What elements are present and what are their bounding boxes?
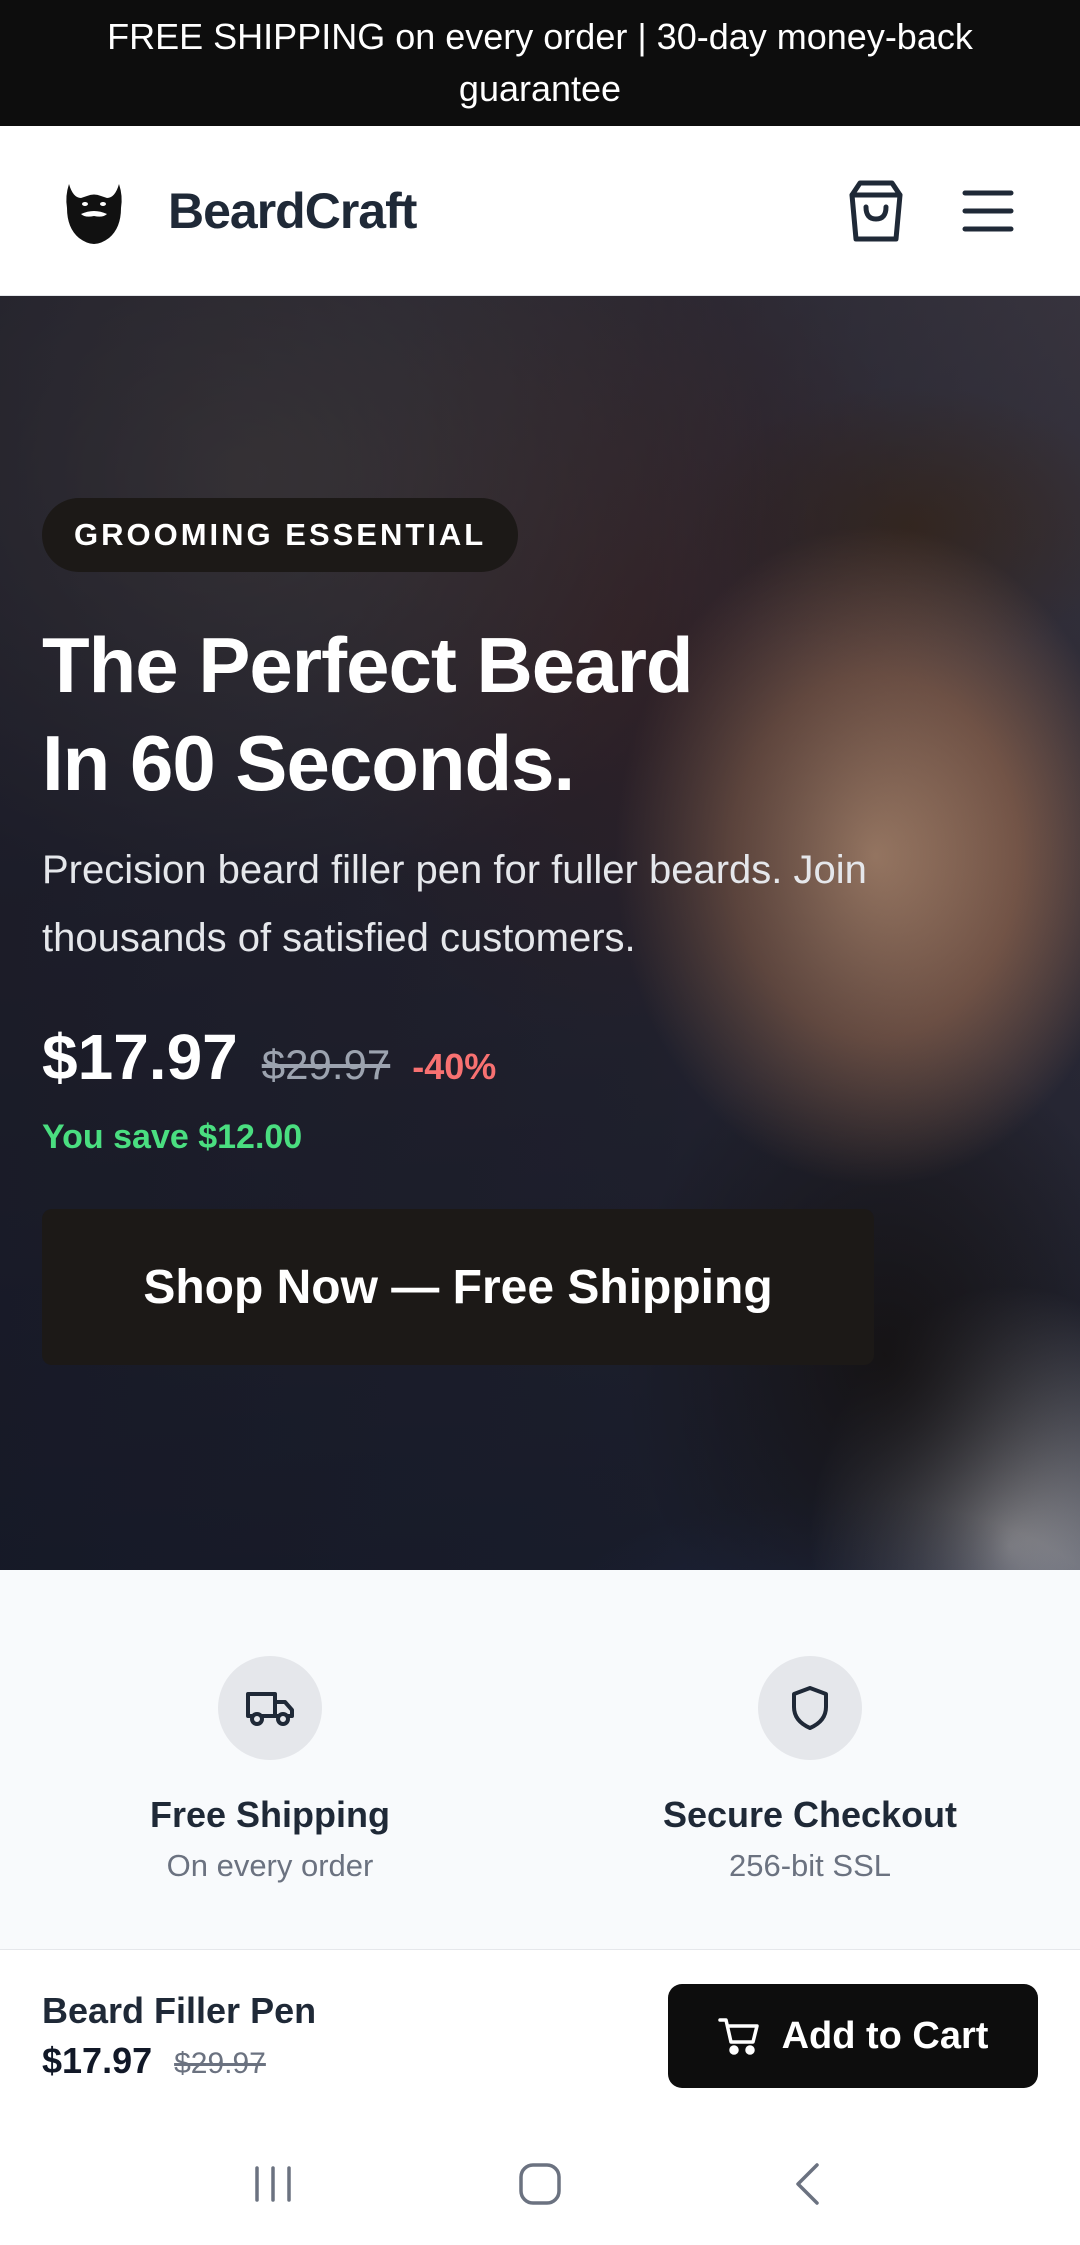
cart-icon: [717, 2016, 760, 2056]
hero-price-row: $17.97 $29.97 -40%: [42, 1020, 1002, 1094]
system-navigation-bar: [0, 2122, 1080, 2245]
hero-title-line-1: The Perfect Beard: [42, 621, 694, 709]
back-icon[interactable]: [762, 2139, 852, 2229]
shop-now-button[interactable]: Shop Now — Free Shipping: [42, 1209, 874, 1365]
hero-section: GROOMING ESSENTIAL The Perfect Beard In …: [0, 296, 1080, 1570]
add-to-cart-label: Add to Cart: [781, 2014, 989, 2057]
hero-title-line-2: In 60 Seconds.: [42, 719, 575, 807]
trust-item-checkout: Secure Checkout 256-bit SSL: [540, 1570, 1080, 1949]
sticky-add-to-cart-bar: Beard Filler Pen $17.97 $29.97 Add to Ca…: [0, 1950, 1080, 2122]
recents-icon[interactable]: [228, 2139, 318, 2229]
add-to-cart-button[interactable]: Add to Cart: [668, 1984, 1038, 2088]
trust-item-shipping: Free Shipping On every order: [0, 1570, 540, 1949]
hero-content: GROOMING ESSENTIAL The Perfect Beard In …: [42, 498, 1002, 1365]
sticky-original-price: $29.97: [174, 2047, 266, 2080]
hero-price: $17.97: [42, 1021, 238, 1093]
hero-title: The Perfect Beard In 60 Seconds.: [42, 616, 1002, 812]
sticky-product-name: Beard Filler Pen: [42, 1990, 317, 2031]
shopping-bag-icon[interactable]: [840, 175, 912, 247]
sticky-product-info: Beard Filler Pen $17.97 $29.97: [42, 1990, 668, 2082]
trust-section: Free Shipping On every order Secure Chec…: [0, 1570, 1080, 1950]
sticky-price-row: $17.97 $29.97: [42, 2040, 668, 2082]
trust-subtitle: On every order: [166, 1848, 374, 1883]
sticky-price: $17.97: [42, 2040, 153, 2081]
hero-original-price: $29.97: [261, 1041, 391, 1088]
brand-name[interactable]: BeardCraft: [168, 182, 417, 240]
hero-savings: You save $12.00: [42, 1118, 303, 1156]
trust-title: Secure Checkout: [662, 1794, 958, 1835]
home-icon[interactable]: [495, 2139, 585, 2229]
hamburger-menu-icon[interactable]: [952, 175, 1024, 247]
truck-icon: [218, 1656, 322, 1760]
category-badge: GROOMING ESSENTIAL: [42, 498, 519, 572]
trust-subtitle: 256-bit SSL: [729, 1848, 891, 1883]
announcement-text: FREE SHIPPING on every order | 30-day mo…: [107, 16, 973, 109]
announcement-bar: FREE SHIPPING on every order | 30-day mo…: [0, 0, 1080, 126]
hero-discount: -40%: [412, 1046, 497, 1087]
shield-icon: [758, 1656, 862, 1760]
hero-subtitle: Precision beard filler pen for fuller be…: [42, 848, 867, 960]
site-header: BeardCraft: [0, 126, 1080, 296]
beard-logo-icon[interactable]: [56, 173, 132, 249]
trust-title: Free Shipping: [149, 1794, 390, 1835]
